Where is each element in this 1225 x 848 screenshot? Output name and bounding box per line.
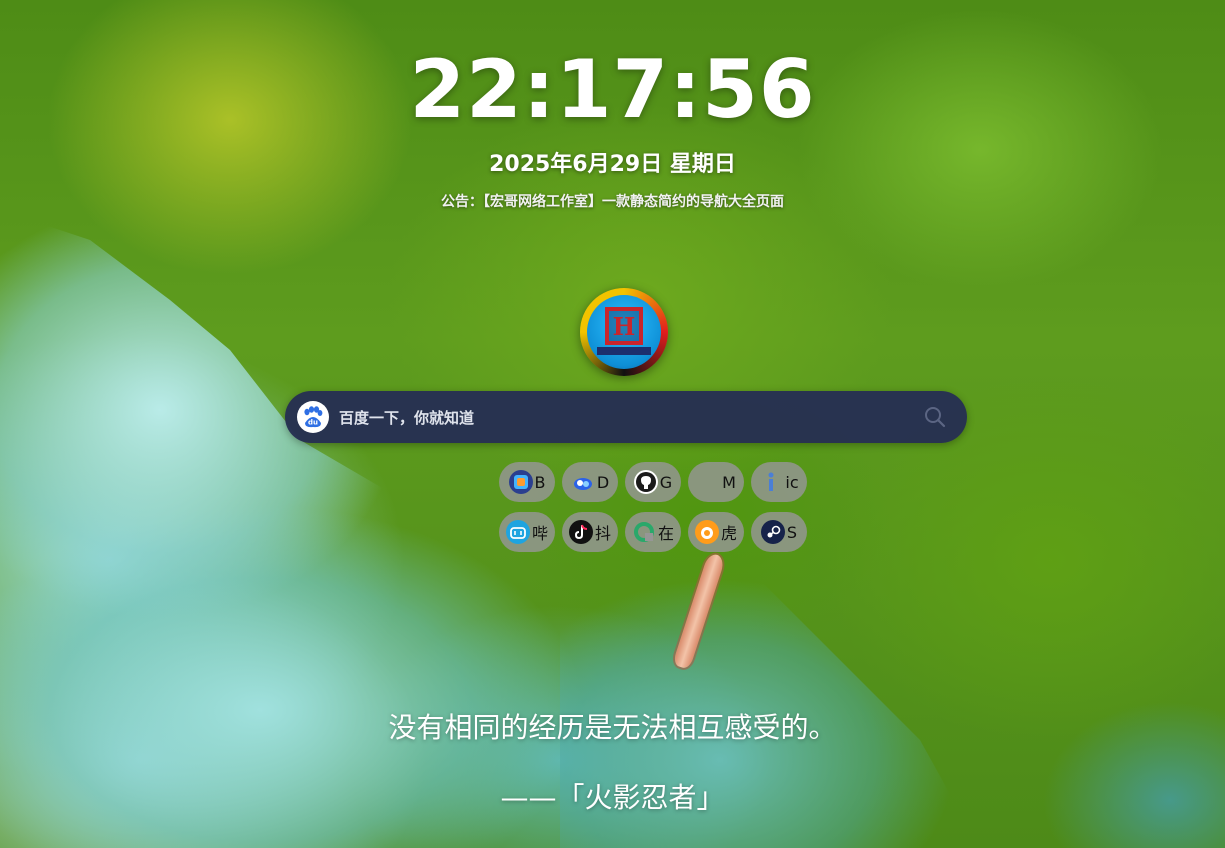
steam-icon — [760, 520, 785, 544]
quick-link-label: B — [534, 472, 546, 492]
notice-text: 公告：【宏哥网络工作室】一款静态简约的导航大全页面 — [441, 194, 784, 210]
quick-link-steam[interactable]: S — [751, 512, 807, 552]
logo-band — [597, 347, 651, 355]
quick-link-label: G — [659, 472, 673, 492]
logo-emblem[interactable]: H — [580, 288, 668, 376]
online-tools-icon — [632, 520, 656, 544]
blank-icon — [696, 470, 720, 494]
quote-source: ——「火影忍者」 — [500, 781, 725, 814]
search-icon[interactable] — [923, 405, 947, 429]
huya-icon — [694, 520, 719, 544]
quick-link-huya[interactable]: 虎 — [688, 512, 744, 552]
github-icon — [633, 470, 658, 494]
quote-text: 没有相同的经历是无法相互感受的。 — [388, 711, 837, 744]
quick-link-m[interactable]: M — [688, 462, 744, 502]
quick-link-label: ic — [785, 472, 799, 492]
baidu-disk-icon — [571, 470, 595, 494]
clock-time: 22:17:56 — [409, 43, 816, 136]
logo-mark-icon: H — [605, 307, 643, 345]
quick-link-label: 抖 — [594, 524, 611, 543]
search-bar: du — [285, 391, 967, 443]
quick-link-label: M — [722, 472, 736, 492]
quick-link-online-tools[interactable]: 在 — [625, 512, 681, 552]
baidu-paw-icon[interactable]: du — [297, 401, 329, 433]
quick-link-label: D — [596, 472, 610, 492]
quick-link-label: 虎 — [720, 524, 737, 543]
quick-link-ic[interactable]: ic — [751, 462, 807, 502]
iconfont-icon — [759, 470, 783, 494]
quick-link-label: 在 — [657, 524, 674, 543]
quick-link-g[interactable]: G — [625, 462, 681, 502]
blog-icon — [508, 470, 533, 494]
quick-link-b[interactable]: B — [499, 462, 555, 502]
clock-date: 2025年6月29日 星期日 — [489, 152, 736, 177]
baidu-du-text: du — [308, 419, 318, 427]
quick-link-douyin[interactable]: 抖 — [562, 512, 618, 552]
douyin-icon — [568, 520, 593, 544]
logo-inner: H — [587, 295, 661, 369]
quick-link-bilibili[interactable]: 哔 — [499, 512, 555, 552]
bilibili-icon — [505, 520, 530, 544]
quick-link-label: S — [786, 522, 798, 542]
search-input[interactable] — [337, 403, 901, 433]
quick-link-label: 哔 — [531, 524, 548, 543]
quick-link-d[interactable]: D — [562, 462, 618, 502]
